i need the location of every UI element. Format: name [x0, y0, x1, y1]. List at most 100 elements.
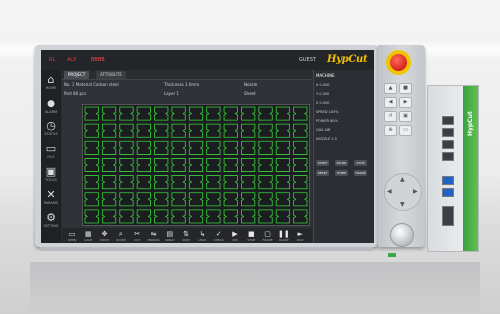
nested-part[interactable]	[241, 140, 256, 155]
sidebar-item-home[interactable]: ⌂ HOME	[42, 74, 60, 94]
panel-key-8[interactable]: ▭	[399, 125, 412, 136]
nested-part[interactable]	[293, 106, 308, 121]
nested-part[interactable]	[136, 158, 151, 172]
panel-key-1[interactable]: ▲	[384, 83, 397, 94]
nested-part[interactable]	[293, 175, 308, 190]
nested-part[interactable]	[119, 106, 134, 121]
toolbar-button-stop[interactable]: ■ STOP	[244, 230, 258, 243]
toolbar-button-zoom[interactable]: ⌕ ZOOM	[114, 230, 128, 243]
nested-part[interactable]	[84, 106, 99, 121]
nested-part[interactable]	[154, 192, 169, 207]
nested-part[interactable]	[119, 192, 134, 207]
toolbar-button-save[interactable]: ▦ SAVE	[81, 230, 95, 243]
toolbar-button-array[interactable]: ▤ ARRAY	[163, 230, 177, 243]
toolbar-button-cut[interactable]: ✂ CUT	[130, 230, 144, 243]
nested-part[interactable]	[188, 106, 204, 121]
arrow-up-icon[interactable]: ▲	[400, 176, 405, 183]
sidebar-item-tools[interactable]: ▣ TOOLS	[42, 166, 60, 186]
nested-part[interactable]	[154, 123, 169, 138]
nested-part[interactable]	[84, 140, 99, 155]
nested-part[interactable]	[206, 123, 221, 138]
nested-part[interactable]	[206, 175, 221, 190]
tab-project[interactable]: PROJECT	[64, 71, 90, 79]
nested-part[interactable]	[84, 192, 99, 207]
nested-part[interactable]	[171, 209, 186, 224]
nested-part[interactable]	[206, 106, 221, 121]
nested-part[interactable]	[258, 123, 273, 138]
nested-part[interactable]	[223, 192, 238, 207]
nested-part[interactable]	[275, 175, 291, 190]
nested-part[interactable]	[241, 175, 256, 190]
nested-part[interactable]	[119, 123, 134, 138]
nested-part[interactable]	[101, 123, 117, 138]
nested-part[interactable]	[119, 209, 134, 224]
right-panel-button-reset[interactable]: RESET	[316, 170, 329, 176]
nested-part[interactable]	[223, 140, 238, 155]
nested-part[interactable]	[84, 158, 99, 172]
toolbar-button-open[interactable]: ▭ OPEN	[65, 230, 79, 243]
nested-part[interactable]	[223, 175, 238, 190]
nested-part[interactable]	[101, 209, 117, 224]
nested-part[interactable]	[223, 106, 238, 121]
sidebar-item-params[interactable]: ✕ PARAMS	[42, 189, 60, 209]
toolbar-button-run[interactable]: ► RUN	[293, 230, 307, 243]
nested-part[interactable]	[171, 158, 186, 172]
nested-part[interactable]	[154, 106, 169, 121]
nested-part[interactable]	[258, 175, 273, 190]
nested-part[interactable]	[154, 209, 169, 224]
nested-part[interactable]	[275, 123, 291, 138]
tab-attribute[interactable]: ATTRIBUTE	[96, 71, 126, 79]
nested-part[interactable]	[293, 192, 308, 207]
jog-dpad[interactable]: ▲ ▼ ◀ ▶	[384, 173, 422, 211]
arrow-left-icon[interactable]: ◀	[387, 188, 392, 195]
nested-part[interactable]	[188, 158, 204, 172]
nested-part[interactable]	[136, 140, 151, 155]
nested-part[interactable]	[275, 192, 291, 207]
nested-part[interactable]	[101, 192, 117, 207]
sidebar-item-alarm[interactable]: ● ALARM	[42, 97, 60, 117]
toolbar-button-sim[interactable]: ▶ SIM	[228, 230, 242, 243]
nested-part[interactable]	[206, 158, 221, 172]
nested-part[interactable]	[188, 175, 204, 190]
toolbar-button-move[interactable]: ✥ MOVE	[98, 230, 112, 243]
nested-part[interactable]	[275, 209, 291, 224]
panel-key-4[interactable]: ▶	[399, 97, 412, 108]
nested-part[interactable]	[258, 106, 273, 121]
nested-part[interactable]	[275, 140, 291, 155]
nested-part[interactable]	[154, 175, 169, 190]
right-panel-button-stop[interactable]: STOP	[354, 160, 367, 166]
nested-part[interactable]	[293, 123, 308, 138]
panel-key-6[interactable]: ▣	[399, 111, 412, 122]
toolbar-button-mirror[interactable]: ⇋ MIRROR	[147, 230, 161, 243]
right-panel-button-pause[interactable]: PAUSE	[335, 160, 348, 166]
nested-part[interactable]	[136, 209, 151, 224]
nested-part[interactable]	[119, 158, 134, 172]
nested-part[interactable]	[223, 209, 238, 224]
nested-part[interactable]	[84, 209, 99, 224]
nested-part[interactable]	[136, 106, 151, 121]
nested-part[interactable]	[258, 209, 273, 224]
nested-part[interactable]	[188, 192, 204, 207]
nested-part[interactable]	[84, 123, 99, 138]
nested-part[interactable]	[154, 158, 169, 172]
emergency-stop-button[interactable]	[390, 54, 407, 71]
nested-part[interactable]	[293, 140, 308, 155]
nested-part[interactable]	[275, 158, 291, 172]
nested-part[interactable]	[241, 158, 256, 172]
arrow-down-icon[interactable]: ▼	[400, 201, 405, 208]
sidebar-item-setting[interactable]: ⚙ SETTING	[42, 212, 60, 232]
nested-part[interactable]	[171, 106, 186, 121]
nested-part[interactable]	[241, 123, 256, 138]
sidebar-item-file[interactable]: ▭ FILE	[42, 143, 60, 163]
toolbar-button-frame[interactable]: ▢ FRAME	[261, 230, 275, 243]
panel-key-2[interactable]: ■	[399, 83, 412, 94]
nested-part[interactable]	[171, 140, 186, 155]
nested-part[interactable]	[101, 175, 117, 190]
right-panel-button-home[interactable]: HOME	[335, 170, 348, 176]
panel-key-7[interactable]: ⊕	[384, 125, 397, 136]
right-panel-button-start[interactable]: START	[316, 160, 329, 166]
toolbar-button-pause[interactable]: ❚❚ PAUSE	[277, 230, 291, 243]
nested-part[interactable]	[188, 209, 204, 224]
panel-key-5[interactable]: ↺	[384, 111, 397, 122]
toolbar-button-sort[interactable]: ⇅ SORT	[179, 230, 193, 243]
